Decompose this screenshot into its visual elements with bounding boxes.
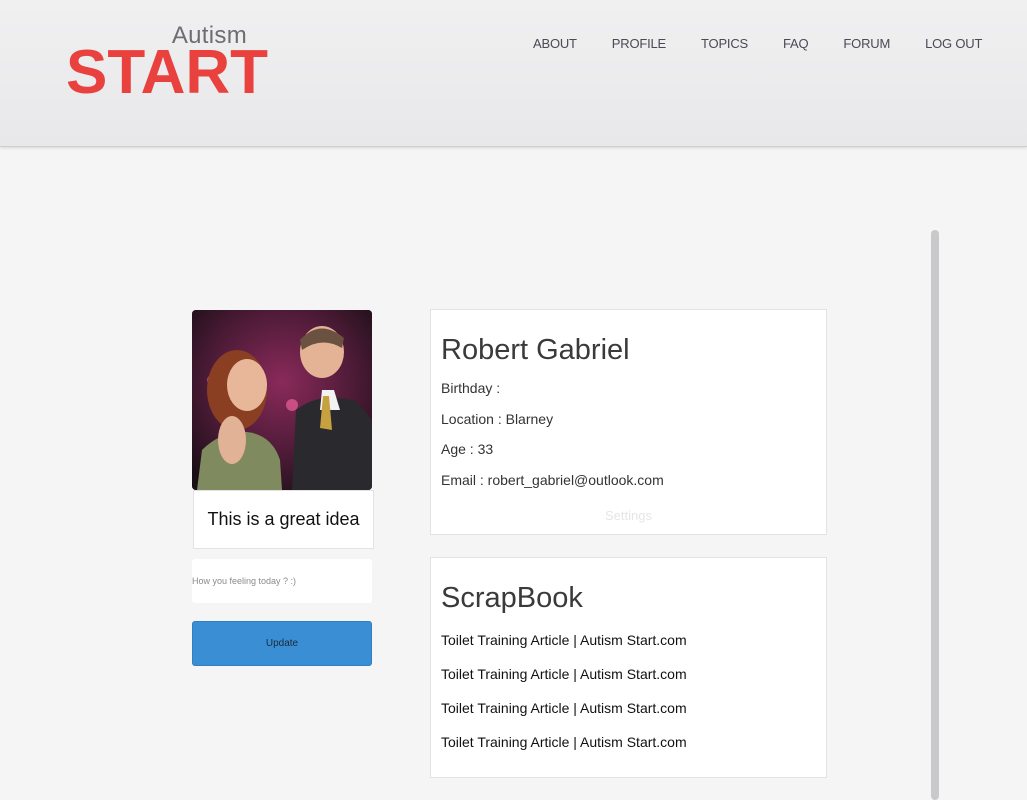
nav-topics[interactable]: TOPICS (701, 36, 748, 54)
scrollbar[interactable] (931, 230, 939, 800)
profile-birthday: Birthday : (441, 380, 501, 396)
profile-info-card: Robert Gabriel Birthday : Location : Bla… (430, 309, 827, 535)
scrapbook-card: ScrapBook Toilet Training Article | Auti… (430, 557, 827, 778)
autism-start-logo[interactable]: Autism START (66, 22, 268, 104)
scrapbook-title: ScrapBook (441, 582, 583, 614)
scrapbook-item[interactable]: Toilet Training Article | Autism Start.c… (441, 666, 687, 682)
scrapbook-item[interactable]: Toilet Training Article | Autism Start.c… (441, 700, 687, 716)
logo-start-text: START (66, 38, 269, 107)
status-message: This is a great idea (207, 509, 360, 529)
status-message-card: This is a great idea (193, 490, 374, 549)
profile-photo-image (192, 310, 372, 490)
profile-email: Email : robert_gabriel@outlook.com (441, 472, 664, 488)
scrapbook-item[interactable]: Toilet Training Article | Autism Start.c… (441, 734, 687, 750)
nav-faq[interactable]: FAQ (783, 36, 809, 54)
nav-logout[interactable]: LOG OUT (925, 36, 982, 54)
nav-forum[interactable]: FORUM (843, 36, 890, 54)
nav-about[interactable]: ABOUT (533, 36, 577, 54)
main-nav: ABOUT PROFILE TOPICS FAQ FORUM LOG OUT (533, 36, 982, 54)
scrapbook-item[interactable]: Toilet Training Article | Autism Start.c… (441, 632, 687, 648)
site-header: Autism START ABOUT PROFILE TOPICS FAQ FO… (0, 0, 1027, 147)
update-button[interactable]: Update (192, 621, 372, 666)
settings-link[interactable]: Settings (431, 508, 826, 523)
nav-profile[interactable]: PROFILE (612, 36, 666, 54)
status-input[interactable] (192, 559, 372, 603)
profile-age: Age : 33 (441, 441, 494, 457)
profile-name: Robert Gabriel (441, 334, 630, 366)
profile-location: Location : Blarney (441, 411, 554, 427)
profile-photo (192, 310, 372, 490)
